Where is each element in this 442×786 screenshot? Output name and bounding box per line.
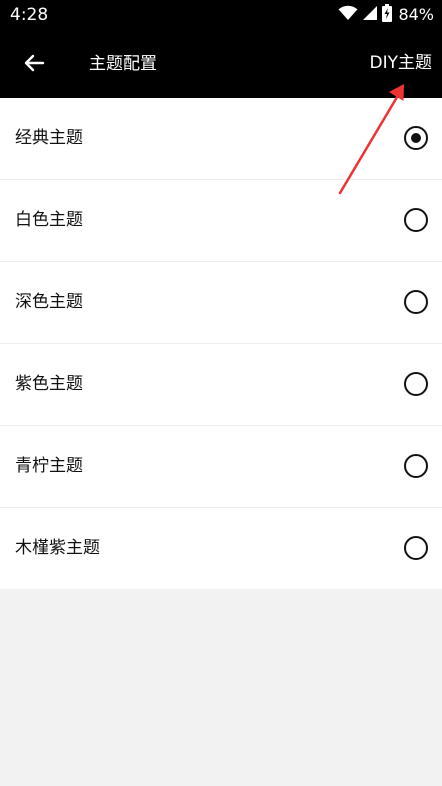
- theme-option-dark[interactable]: 深色主题: [0, 262, 442, 344]
- back-button[interactable]: [16, 47, 52, 83]
- battery-charging-icon: [382, 4, 393, 26]
- radio-button[interactable]: [404, 454, 428, 478]
- radio-selected-dot: [411, 133, 421, 143]
- diy-theme-button[interactable]: DIY主题: [370, 51, 433, 75]
- theme-list: 经典主题 白色主题 深色主题 紫色主题 青柠主题 木槿紫主题: [0, 98, 442, 589]
- theme-option-classic[interactable]: 经典主题: [0, 98, 442, 180]
- theme-option-lime[interactable]: 青柠主题: [0, 426, 442, 508]
- theme-label: 紫色主题: [15, 374, 83, 394]
- theme-option-purple[interactable]: 紫色主题: [0, 344, 442, 426]
- status-bar: 4:28 84%: [0, 0, 442, 30]
- radio-button[interactable]: [404, 208, 428, 232]
- theme-option-white[interactable]: 白色主题: [0, 180, 442, 262]
- status-time: 4:28: [10, 5, 49, 25]
- status-icons: 84%: [338, 4, 434, 26]
- radio-button[interactable]: [404, 126, 428, 150]
- radio-button[interactable]: [404, 536, 428, 560]
- wifi-icon: [338, 5, 358, 25]
- theme-label: 深色主题: [15, 292, 83, 312]
- theme-label: 青柠主题: [15, 456, 83, 476]
- radio-button[interactable]: [404, 290, 428, 314]
- battery-percent: 84%: [398, 5, 434, 24]
- signal-icon: [362, 5, 378, 25]
- page-title: 主题配置: [89, 54, 157, 74]
- theme-label: 白色主题: [15, 210, 83, 230]
- toolbar: 主题配置 DIY主题: [0, 30, 442, 98]
- theme-option-hibiscus-purple[interactable]: 木槿紫主题: [0, 508, 442, 589]
- radio-button[interactable]: [404, 372, 428, 396]
- theme-label: 经典主题: [15, 128, 83, 148]
- theme-label: 木槿紫主题: [15, 538, 100, 558]
- back-arrow-icon: [22, 51, 46, 79]
